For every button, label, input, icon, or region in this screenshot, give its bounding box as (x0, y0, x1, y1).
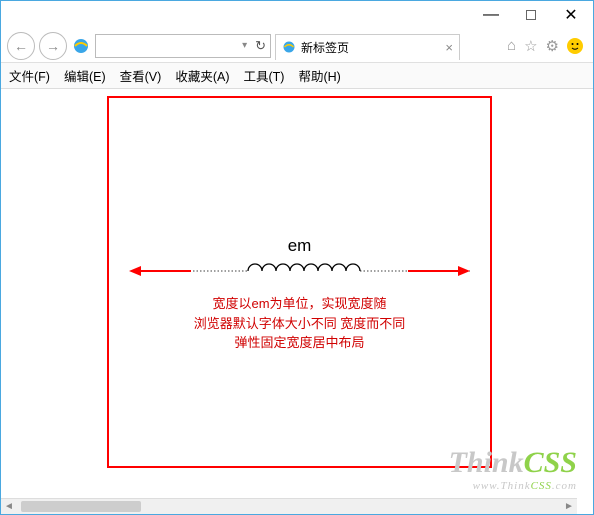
scroll-thumb[interactable] (21, 501, 141, 512)
watermark-think: Think (449, 446, 524, 479)
window-close-button[interactable]: ✕ (551, 5, 591, 25)
tab-title: 新标签页 (301, 39, 349, 56)
navigation-bar: ← → ▾ ↻ 新标签页 × ⌂ ☆ ⚙ (1, 29, 593, 63)
watermark-url-suffix: .com (552, 480, 577, 492)
horizontal-scrollbar[interactable]: ◄ ► (1, 498, 577, 514)
desc-line-2: 浏览器默认字体大小不同 宽度而不同 (109, 314, 490, 334)
tab-close-button[interactable]: × (445, 40, 453, 55)
address-bar[interactable]: ▾ ↻ (95, 34, 271, 58)
watermark: ThinkCSS www.ThinkCSS.com (449, 446, 577, 492)
window-minimize-button[interactable]: — (471, 6, 511, 24)
settings-icon[interactable]: ⚙ (546, 37, 559, 55)
refresh-button[interactable]: ↻ (255, 38, 266, 54)
forward-button[interactable]: → (39, 32, 67, 60)
menu-edit[interactable]: 编辑(E) (64, 66, 106, 85)
ie-logo-icon (71, 36, 91, 56)
back-button[interactable]: ← (7, 32, 35, 60)
desc-line-1: 宽度以em为单位，实现宽度随 (109, 294, 490, 314)
home-icon[interactable]: ⌂ (507, 37, 516, 54)
menu-favorites[interactable]: 收藏夹(A) (175, 66, 229, 85)
address-dropdown-icon[interactable]: ▾ (242, 40, 247, 51)
description-text: 宽度以em为单位，实现宽度随 浏览器默认字体大小不同 宽度而不同 弹性固定宽度居… (109, 294, 490, 353)
demo-container: em 宽度以em为单位，实现宽度随 浏览器默认字体大小不同 宽度而不同 弹性固 (107, 96, 492, 468)
arrow-right-icon (408, 264, 470, 278)
menu-help[interactable]: 帮助(H) (298, 66, 340, 85)
menu-tools[interactable]: 工具(T) (243, 66, 284, 85)
watermark-url-prefix: www. (473, 480, 501, 492)
feedback-icon[interactable] (567, 38, 583, 54)
browser-tab[interactable]: 新标签页 × (275, 34, 460, 60)
toolbar-right: ⌂ ☆ ⚙ (507, 37, 587, 55)
page-content: em 宽度以em为单位，实现宽度随 浏览器默认字体大小不同 宽度而不同 弹性固 (1, 90, 593, 514)
menu-file[interactable]: 文件(F) (9, 66, 50, 85)
scroll-right-button[interactable]: ► (561, 499, 577, 514)
desc-line-3: 弹性固定宽度居中布局 (109, 333, 490, 353)
window-titlebar: — ✕ (1, 1, 593, 29)
tab-favicon-icon (282, 40, 296, 54)
menu-bar: 文件(F) 编辑(E) 查看(V) 收藏夹(A) 工具(T) 帮助(H) (1, 63, 593, 89)
arrow-left-icon (129, 264, 191, 278)
watermark-url-css: CSS (531, 480, 552, 492)
watermark-css: CSS (524, 446, 577, 479)
window-maximize-button[interactable] (511, 3, 551, 27)
scroll-left-button[interactable]: ◄ (1, 499, 17, 514)
favorites-icon[interactable]: ☆ (524, 37, 537, 55)
menu-view[interactable]: 查看(V) (120, 66, 162, 85)
watermark-url-think: Think (501, 480, 531, 492)
em-label: em (109, 236, 490, 256)
